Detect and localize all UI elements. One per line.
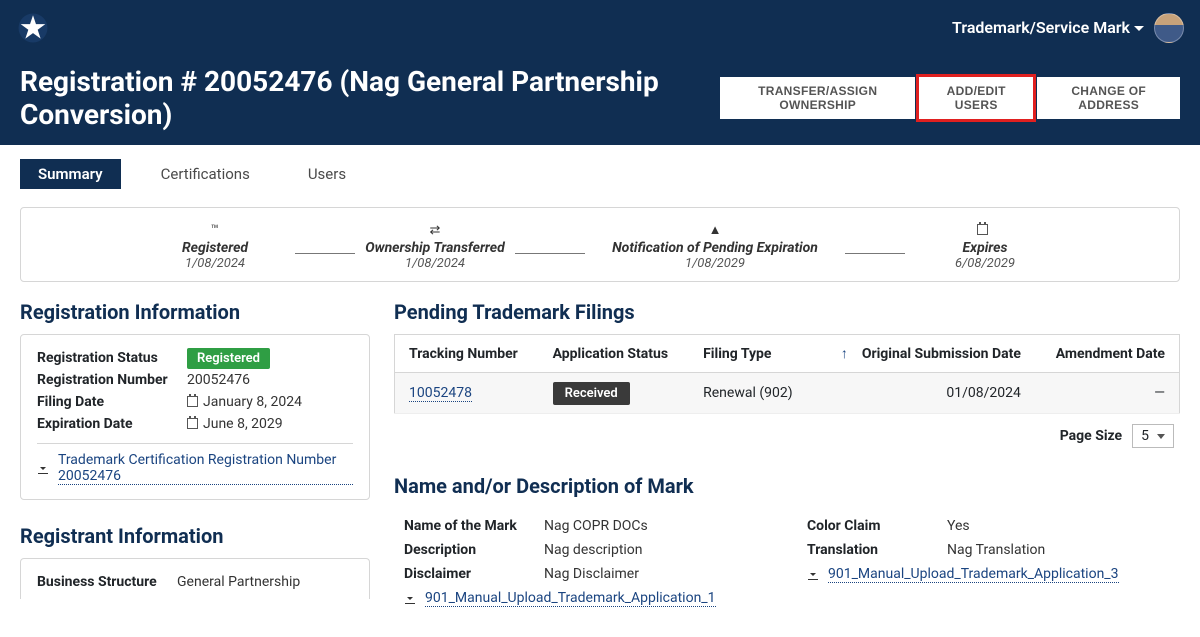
translation-label: Translation [807,542,947,558]
sort-arrow-icon: ↑ [841,346,848,362]
filings-table: Tracking Number Application Status Filin… [394,334,1180,414]
pager: Page Size 5 [394,414,1180,448]
timeline-notification-date: 1/08/2029 [595,256,835,271]
brand-dropdown[interactable]: Trademark/Service Mark [952,18,1144,37]
filing-type-value: Renewal (902) [689,373,812,414]
download-icon [807,569,819,581]
brand-label: Trademark/Service Mark [952,18,1130,37]
col-status[interactable]: Application Status [539,335,690,373]
mark-disc-label: Disclaimer [404,566,544,582]
tab-bar: Summary Certifications Users [0,145,1200,197]
color-claim-value: Yes [947,518,970,534]
page-size-label: Page Size [1060,428,1122,444]
timeline-registered-date: 1/08/2024 [145,256,285,271]
filing-date-label: Filing Date [37,394,187,410]
top-navbar: Trademark/Service Mark [0,0,1200,55]
trademark-icon: ™ [145,223,285,238]
mark-description-heading: Name and/or Description of Mark [394,474,1180,498]
reg-number-value: 20052476 [187,372,250,388]
status-badge: Registered [187,348,270,369]
timeline-connector [295,253,355,254]
pending-filings-heading: Pending Trademark Filings [394,300,1180,324]
avatar[interactable] [1154,13,1184,43]
timeline-ownership-label: Ownership Transferred [365,240,505,256]
color-claim-label: Color Claim [807,518,947,534]
reg-status-label: Registration Status [37,350,187,366]
filing-date-value: January 8, 2024 [187,394,302,410]
app-status-badge: Received [553,382,630,405]
calendar-icon [187,418,198,429]
timeline-registered-label: Registered [145,240,285,256]
download-icon [404,593,416,605]
col-amend-date[interactable]: Amendment Date [1035,335,1180,373]
tab-summary[interactable]: Summary [20,159,121,189]
timeline-expires-label: Expires [915,240,1055,256]
mark-description-section: Name of the MarkNag COPR DOCs Descriptio… [394,508,1180,617]
add-edit-users-button[interactable]: ADD/EDIT USERS [919,77,1033,119]
exp-date-value: June 8, 2029 [187,416,283,432]
star-logo [16,11,50,45]
registrant-info-card: Business StructureGeneral Partnership [20,558,370,599]
biz-structure-value: General Partnership [177,574,300,590]
caret-down-icon [1134,26,1144,31]
tracking-link[interactable]: 10052478 [409,385,472,402]
bell-icon: ▲ [595,222,835,238]
translation-value: Nag Translation [947,542,1045,558]
timeline-ownership: ⇄ Ownership Transferred 1/08/2024 [365,223,505,271]
exp-date-label: Expiration Date [37,416,187,432]
download-cert-link[interactable]: Trademark Certification Registration Num… [37,452,353,485]
transfer-icon: ⇄ [365,223,505,238]
col-tracking[interactable]: Tracking Number [395,335,539,373]
amend-date-value: — [1035,373,1180,414]
header-actions: TRANSFER/ASSIGN OWNERSHIP ADD/EDIT USERS… [720,77,1180,119]
timeline-notification: ▲ Notification of Pending Expiration 1/0… [595,222,835,271]
timeline-connector [515,253,585,254]
timeline-card: ™ Registered 1/08/2024 ⇄ Ownership Trans… [20,207,1180,282]
upload-link-1[interactable]: 901_Manual_Upload_Trademark_Application_… [404,586,716,611]
calendar-icon [915,223,1055,238]
mark-desc-label: Description [404,542,544,558]
biz-structure-label: Business Structure [37,574,177,590]
upload-link-3[interactable]: 901_Manual_Upload_Trademark_Application_… [807,562,1119,587]
tab-certifications[interactable]: Certifications [143,159,268,189]
col-orig-date[interactable]: ↑ Original Submission Date [812,335,1035,373]
mark-disc-value: Nag Disclaimer [544,566,639,582]
timeline-notification-label: Notification of Pending Expiration [595,240,835,256]
tab-users[interactable]: Users [290,159,364,189]
mark-name-value: Nag COPR DOCs [544,518,648,534]
download-icon [37,463,49,475]
page-title: Registration # 20052476 (Nag General Par… [20,65,720,131]
transfer-ownership-button[interactable]: TRANSFER/ASSIGN OWNERSHIP [720,77,915,119]
orig-date-value: 01/08/2024 [812,373,1035,414]
timeline-connector [845,253,905,254]
calendar-icon [187,396,198,407]
reg-number-label: Registration Number [37,372,187,388]
timeline-expires: Expires 6/08/2029 [915,223,1055,271]
registration-info-heading: Registration Information [20,300,370,324]
change-address-button[interactable]: CHANGE OF ADDRESS [1037,77,1180,119]
page-header: Registration # 20052476 (Nag General Par… [0,55,1200,145]
download-cert-text: Trademark Certification Registration Num… [58,452,353,485]
upload-link-3-text: 901_Manual_Upload_Trademark_Application_… [828,566,1119,583]
timeline-expires-date: 6/08/2029 [915,256,1055,271]
timeline-registered: ™ Registered 1/08/2024 [145,223,285,271]
timeline-ownership-date: 1/08/2024 [365,256,505,271]
table-row: 10052478 Received Renewal (902) 01/08/20… [395,373,1180,414]
registration-info-card: Registration StatusRegistered Registrati… [20,334,370,500]
mark-name-label: Name of the Mark [404,518,544,534]
page-size-select[interactable]: 5 [1132,424,1174,448]
col-type[interactable]: Filing Type [689,335,812,373]
mark-desc-value: Nag description [544,542,643,558]
registrant-info-heading: Registrant Information [20,524,370,548]
upload-link-1-text: 901_Manual_Upload_Trademark_Application_… [425,590,716,607]
